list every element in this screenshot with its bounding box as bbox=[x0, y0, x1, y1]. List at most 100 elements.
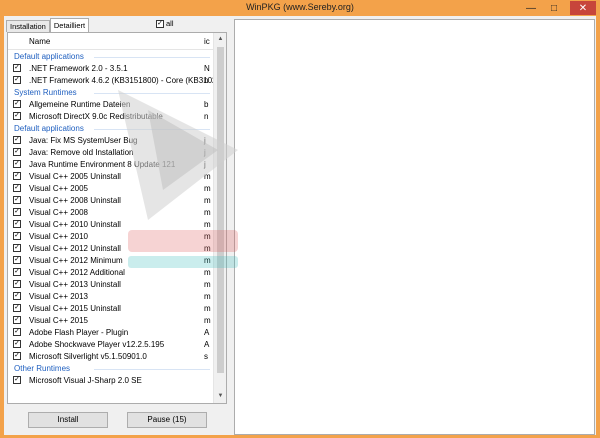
group-divider bbox=[94, 57, 210, 58]
item-name: Visual C++ 2012 Additional bbox=[29, 268, 125, 277]
item-checkbox[interactable]: ✓ bbox=[13, 184, 21, 192]
list-item[interactable]: ✓ Visual C++ 2005 m bbox=[8, 182, 214, 194]
item-name: Allgemeine Runtime Dateien bbox=[29, 100, 131, 109]
item-checkbox[interactable]: ✓ bbox=[13, 172, 21, 180]
item-name: Visual C++ 2010 Uninstall bbox=[29, 220, 121, 229]
item-checkbox[interactable]: ✓ bbox=[13, 160, 21, 168]
column-header-version[interactable]: ic bbox=[204, 37, 210, 46]
list-item[interactable]: ✓ Visual C++ 2012 Uninstall m bbox=[8, 242, 214, 254]
item-checkbox[interactable]: ✓ bbox=[13, 304, 21, 312]
item-checkbox[interactable]: ✓ bbox=[13, 232, 21, 240]
pause-button[interactable]: Pause (15) bbox=[127, 412, 207, 428]
list-item[interactable]: ✓ Allgemeine Runtime Dateien b bbox=[8, 98, 214, 110]
item-version: m bbox=[204, 316, 211, 325]
list-item[interactable]: ✓ Visual C++ 2013 m bbox=[8, 290, 214, 302]
item-name: .NET Framework 2.0 - 3.5.1 bbox=[29, 64, 128, 73]
item-checkbox[interactable]: ✓ bbox=[13, 244, 21, 252]
list-item[interactable]: ✓ Visual C++ 2005 Uninstall m bbox=[8, 170, 214, 182]
close-button[interactable]: ✕ bbox=[570, 1, 596, 15]
item-checkbox[interactable]: ✓ bbox=[13, 220, 21, 228]
item-checkbox[interactable]: ✓ bbox=[13, 280, 21, 288]
item-checkbox[interactable]: ✓ bbox=[13, 64, 21, 72]
group-label: Default applications bbox=[14, 52, 84, 61]
install-button[interactable]: Install bbox=[28, 412, 108, 428]
list-item[interactable]: ✓ Java Runtime Environment 8 Update 121 j bbox=[8, 158, 214, 170]
item-version: m bbox=[204, 184, 211, 193]
group-label: Other Runtimes bbox=[14, 364, 71, 373]
maximize-button[interactable]: □ bbox=[547, 1, 561, 15]
item-name: Adobe Shockwave Player v12.2.5.195 bbox=[29, 340, 165, 349]
column-header-name[interactable]: Name bbox=[29, 37, 50, 46]
item-checkbox[interactable]: ✓ bbox=[13, 340, 21, 348]
item-checkbox[interactable]: ✓ bbox=[13, 112, 21, 120]
list-item[interactable]: ✓ Microsoft DirectX 9.0c Redistributable n bbox=[8, 110, 214, 122]
item-checkbox[interactable]: ✓ bbox=[13, 328, 21, 336]
item-version: A bbox=[204, 340, 210, 349]
group-header: Other Runtimes bbox=[8, 362, 214, 374]
group-header: Default applications bbox=[8, 122, 214, 134]
item-name: Java: Fix MS SystemUser Bug bbox=[29, 136, 138, 145]
list-item[interactable]: ✓ Visual C++ 2008 Uninstall m bbox=[8, 194, 214, 206]
list-item[interactable]: ✓ Microsoft Visual J-Sharp 2.0 SE bbox=[8, 374, 214, 386]
group-divider bbox=[94, 369, 210, 370]
scroll-up-icon[interactable]: ▲ bbox=[217, 36, 224, 43]
list-item[interactable]: ✓ Visual C++ 2015 m bbox=[8, 314, 214, 326]
vertical-scrollbar[interactable]: ▲ ▼ bbox=[213, 33, 226, 403]
item-version: N bbox=[204, 64, 210, 73]
all-checkbox-box[interactable]: ✓ bbox=[156, 19, 164, 28]
item-checkbox[interactable]: ✓ bbox=[13, 268, 21, 276]
list-item[interactable]: ✓ Visual C++ 2015 Uninstall m bbox=[8, 302, 214, 314]
item-version: m bbox=[204, 304, 211, 313]
item-checkbox[interactable]: ✓ bbox=[13, 352, 21, 360]
all-checkbox-label: all bbox=[166, 19, 174, 28]
tab-installation[interactable]: Installation bbox=[6, 20, 50, 32]
item-checkbox[interactable]: ✓ bbox=[13, 76, 21, 84]
item-version: A bbox=[204, 328, 210, 337]
list-item[interactable]: ✓ Java: Fix MS SystemUser Bug j bbox=[8, 134, 214, 146]
list-item[interactable]: ✓ Visual C++ 2010 Uninstall m bbox=[8, 218, 214, 230]
list-item[interactable]: ✓ Visual C++ 2008 m bbox=[8, 206, 214, 218]
item-checkbox[interactable]: ✓ bbox=[13, 292, 21, 300]
scroll-thumb[interactable] bbox=[217, 47, 224, 373]
item-version: n bbox=[204, 112, 209, 121]
item-version: j bbox=[204, 148, 206, 157]
list-item[interactable]: ✓ Visual C++ 2010 m bbox=[8, 230, 214, 242]
list-item[interactable]: ✓ .NET Framework 2.0 - 3.5.1 N bbox=[8, 62, 214, 74]
group-header: System Runtimes bbox=[8, 86, 214, 98]
item-checkbox[interactable]: ✓ bbox=[13, 208, 21, 216]
tab-detailliert[interactable]: Detailliert bbox=[49, 18, 90, 32]
item-name: Visual C++ 2015 bbox=[29, 316, 89, 325]
item-version: j bbox=[204, 136, 206, 145]
list-item[interactable]: ✓ Adobe Flash Player - Plugin A bbox=[8, 326, 214, 338]
item-checkbox[interactable]: ✓ bbox=[13, 196, 21, 204]
title-bar[interactable]: WinPKG (www.Sereby.org) — □ ✕ bbox=[0, 0, 600, 16]
list-item[interactable]: ✓ Visual C++ 2013 Uninstall m bbox=[8, 278, 214, 290]
item-version: m bbox=[204, 244, 211, 253]
item-checkbox[interactable]: ✓ bbox=[13, 376, 21, 384]
item-name: Java: Remove old Installation bbox=[29, 148, 134, 157]
list-item[interactable]: ✓ .NET Framework 4.6.2 (KB3151800) - Core… bbox=[8, 74, 226, 86]
item-checkbox[interactable]: ✓ bbox=[13, 316, 21, 324]
item-name: .NET Framework 4.6.2 (KB3151800) - Core … bbox=[29, 76, 227, 85]
list-rows: Default applications ✓ .NET Framework 2.0 … bbox=[8, 50, 226, 386]
list-item[interactable]: ✓ Visual C++ 2012 Additional m bbox=[8, 266, 214, 278]
item-name: Visual C++ 2012 Uninstall bbox=[29, 244, 121, 253]
window-border-right bbox=[596, 16, 600, 438]
tab-strip: Installation Detailliert bbox=[6, 18, 90, 32]
scroll-down-icon[interactable]: ▼ bbox=[217, 393, 224, 400]
list-item[interactable]: ✓ Visual C++ 2012 Minimum m bbox=[8, 254, 214, 266]
group-label: Default applications bbox=[14, 124, 84, 133]
package-list[interactable]: Name ic Default applications ✓ .NET Framew… bbox=[7, 32, 227, 404]
list-item[interactable]: ✓ Adobe Shockwave Player v12.2.5.195 A bbox=[8, 338, 214, 350]
list-item[interactable]: ✓ Microsoft Silverlight v5.1.50901.0 s bbox=[8, 350, 214, 362]
item-checkbox[interactable]: ✓ bbox=[13, 136, 21, 144]
item-checkbox[interactable]: ✓ bbox=[13, 148, 21, 156]
detail-panel bbox=[234, 19, 595, 435]
list-item[interactable]: ✓ Java: Remove old Installation j bbox=[8, 146, 214, 158]
minimize-button[interactable]: — bbox=[524, 1, 538, 15]
item-checkbox[interactable]: ✓ bbox=[13, 100, 21, 108]
item-checkbox[interactable]: ✓ bbox=[13, 256, 21, 264]
all-checkbox[interactable]: ✓ all bbox=[156, 19, 174, 28]
list-header: Name ic bbox=[8, 33, 214, 50]
left-panel: Installation Detailliert ✓ all Name ic D… bbox=[4, 16, 230, 435]
